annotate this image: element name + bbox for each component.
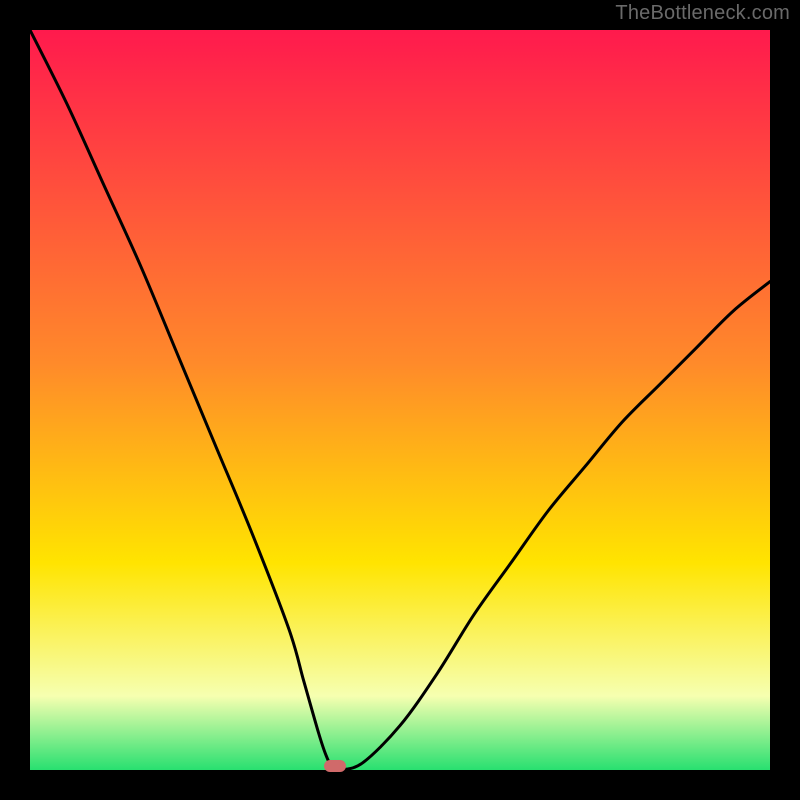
optimal-marker [324, 760, 346, 772]
gradient-background [30, 30, 770, 770]
chart-container: TheBottleneck.com [0, 0, 800, 800]
plot-area [30, 30, 770, 770]
attribution-text: TheBottleneck.com [615, 2, 790, 25]
plot-svg [30, 30, 770, 770]
